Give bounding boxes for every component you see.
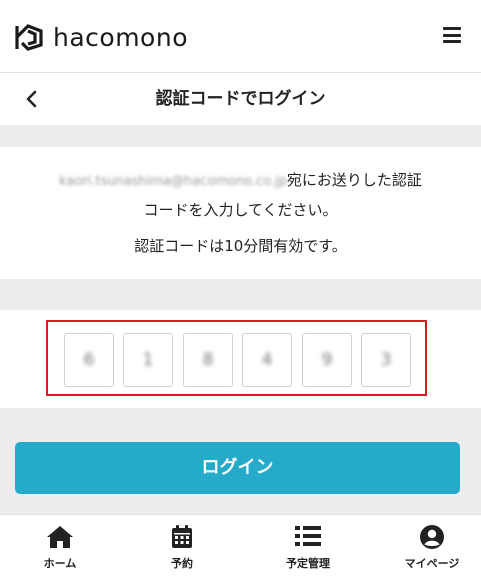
brand-name: hacomono xyxy=(53,22,188,52)
code-digit-value: 9 xyxy=(321,350,333,370)
instruction-line-1-suffix: 宛にお送りした認証 xyxy=(286,171,422,189)
home-icon xyxy=(47,526,73,548)
instruction-line-2: コードを入力してください。 xyxy=(143,201,338,219)
page-subheader: 認証コードでログイン xyxy=(0,73,481,125)
hamburger-menu-icon[interactable] xyxy=(443,27,461,43)
code-digit-input-2[interactable]: 1 xyxy=(123,333,173,387)
list-icon xyxy=(295,526,321,546)
page-title: 認証コードでログイン xyxy=(155,89,326,109)
tab-label: 予定管理 xyxy=(286,557,330,570)
login-button[interactable]: ログイン xyxy=(15,442,460,494)
code-digit-value: 6 xyxy=(83,350,95,370)
tab-schedule[interactable]: 予定管理 xyxy=(248,515,368,577)
code-digit-input-1[interactable]: 6 xyxy=(64,333,114,387)
code-digit-value: 4 xyxy=(261,350,273,370)
tab-mypage[interactable]: マイページ xyxy=(372,515,481,577)
code-input-section: 6 1 8 4 9 3 xyxy=(0,310,481,408)
code-digit-input-3[interactable]: 8 xyxy=(183,333,233,387)
chevron-left-icon xyxy=(26,90,37,108)
instruction-message: kaori.tsunashima@hacomono.co.jp宛にお送りした認証… xyxy=(0,147,481,279)
email-address: kaori.tsunashima@hacomono.co.jp xyxy=(59,174,287,189)
spacer xyxy=(0,125,481,147)
tab-reservation[interactable]: 予約 xyxy=(122,515,242,577)
brand-logo[interactable]: hacomono xyxy=(14,22,188,52)
validity-note: 認証コードは10分間有効です。 xyxy=(134,237,347,255)
code-digit-input-4[interactable]: 4 xyxy=(242,333,292,387)
calendar-icon xyxy=(172,525,192,548)
tab-home[interactable]: ホーム xyxy=(0,515,120,577)
tab-label: マイページ xyxy=(404,557,460,570)
tab-label: ホーム xyxy=(43,557,77,570)
hacomono-logo-icon xyxy=(15,24,43,51)
app-header: hacomono xyxy=(0,0,481,73)
code-digit-value: 1 xyxy=(142,350,154,370)
instruction-line-1: kaori.tsunashima@hacomono.co.jp宛にお送りした認証 xyxy=(0,165,481,197)
code-digit-input-5[interactable]: 9 xyxy=(302,333,352,387)
back-button[interactable] xyxy=(20,87,44,111)
bottom-tab-bar: ホーム 予約 予定管理 マイページ xyxy=(0,514,481,577)
tab-label: 予約 xyxy=(171,557,193,570)
user-icon xyxy=(420,525,444,549)
code-digit-input-6[interactable]: 3 xyxy=(361,333,411,387)
spacer xyxy=(0,279,481,310)
code-digit-value: 8 xyxy=(202,350,214,370)
code-digit-value: 3 xyxy=(380,350,392,370)
